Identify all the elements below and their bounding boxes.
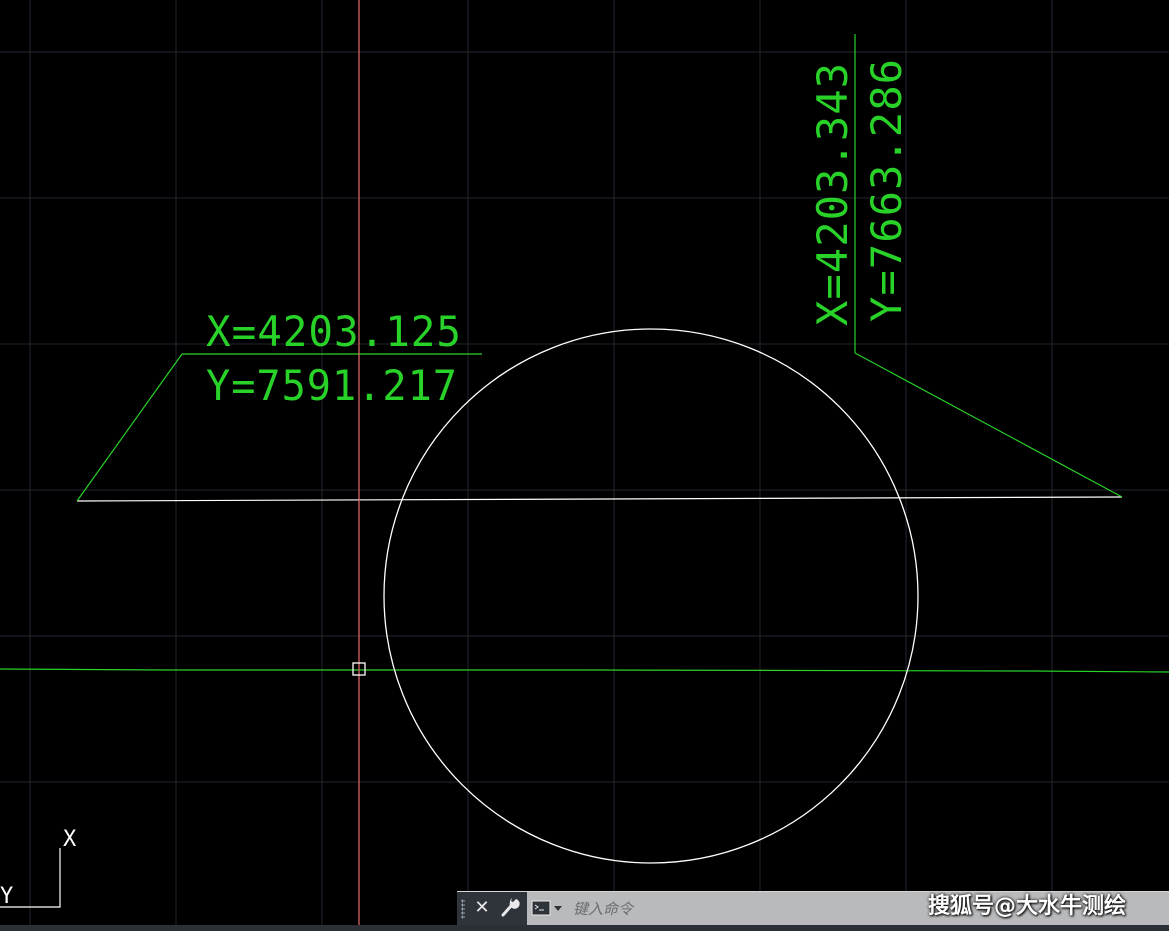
wrench-glyph	[501, 898, 520, 917]
bottom-status-strip	[0, 925, 1169, 931]
command-line-tools: ✕	[457, 892, 527, 925]
grid	[0, 0, 1169, 931]
command-prompt-icon[interactable]	[529, 896, 567, 921]
left-y-label: Y=7591.217	[206, 361, 458, 410]
watermark-text: 搜狐号@大水牛测绘	[928, 894, 1127, 919]
autocad-app: X=4203.125 Y=7591.217 X=4203.343 Y=7663.…	[0, 0, 1169, 931]
close-icon[interactable]: ✕	[471, 896, 493, 920]
drawing-canvas[interactable]: X=4203.125 Y=7591.217 X=4203.343 Y=7663.…	[0, 0, 1169, 931]
green-horizontal-line	[0, 668, 1169, 673]
drag-grip-handle[interactable]	[461, 899, 465, 919]
right-y-label: Y=7663.286	[862, 58, 911, 322]
ucs-x-label: X	[63, 827, 77, 852]
ucs-icon: X Y	[0, 827, 77, 909]
wrench-icon[interactable]	[499, 896, 521, 920]
white-horizontal-line[interactable]	[76, 496, 1123, 502]
circle[interactable]	[383, 328, 919, 864]
left-x-label: X=4203.125	[206, 307, 462, 356]
prompt-glyph	[531, 900, 562, 916]
right-x-label: X=4203.343	[808, 62, 857, 326]
ucs-y-label: Y	[0, 884, 13, 909]
command-input[interactable]	[569, 896, 877, 921]
